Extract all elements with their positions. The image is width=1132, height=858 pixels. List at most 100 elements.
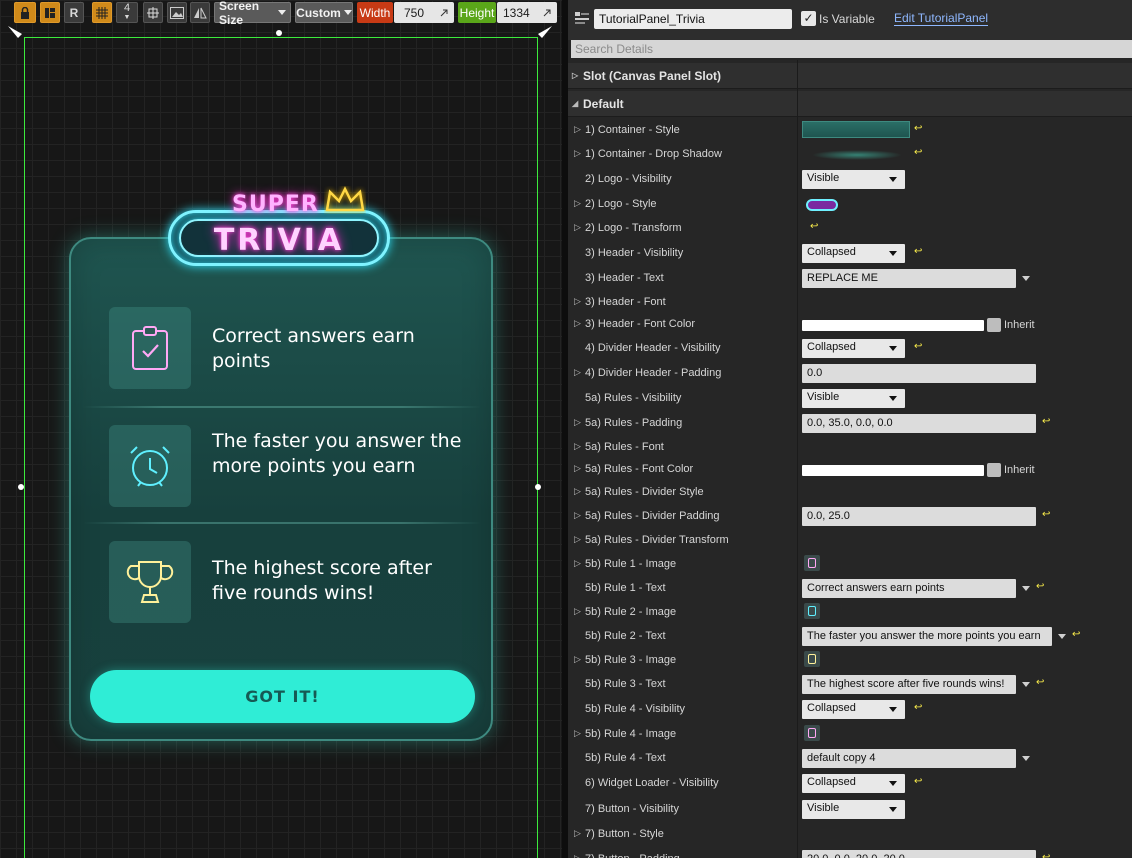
reset-to-default-icon[interactable]: ↩ bbox=[1072, 630, 1082, 640]
property-row[interactable]: 5b) Rule 1 - Text Correct answers earn po… bbox=[568, 577, 1132, 601]
expand-arrow-icon[interactable]: ▷ bbox=[574, 367, 581, 378]
visibility-dropdown[interactable]: Collapsed bbox=[802, 700, 905, 719]
expand-arrow-icon[interactable]: ▷ bbox=[574, 148, 581, 159]
expand-arrow-icon[interactable]: ▷ bbox=[574, 198, 581, 209]
reset-to-default-icon[interactable]: ↩ bbox=[1042, 853, 1052, 858]
corner-handle-icon[interactable] bbox=[4, 22, 28, 40]
expand-arrow-icon[interactable]: ▷ bbox=[574, 606, 581, 617]
property-row[interactable]: 3) Header - Visibility Collapsed ↩ bbox=[568, 242, 1132, 266]
custom-size-dropdown[interactable]: Custom bbox=[295, 2, 353, 23]
expand-arrow-icon[interactable]: ▷ bbox=[574, 222, 581, 233]
property-row[interactable]: ▷ 5a) Rules - Divider Padding 0.0, 25.0 ↩ bbox=[568, 505, 1132, 529]
property-row[interactable]: ▷ 5a) Rules - Font bbox=[568, 436, 1132, 460]
drop-shadow-preview[interactable] bbox=[812, 150, 902, 160]
chevron-down-icon[interactable] bbox=[1058, 634, 1066, 639]
chevron-down-icon[interactable] bbox=[1022, 682, 1030, 687]
text-value-field[interactable]: Correct answers earn points bbox=[802, 579, 1016, 598]
image-thumbnail[interactable] bbox=[804, 603, 820, 619]
property-row[interactable]: 5b) Rule 4 - Visibility Collapsed ↩ bbox=[568, 698, 1132, 722]
color-swatch[interactable] bbox=[802, 465, 984, 476]
reset-to-default-icon[interactable]: ↩ bbox=[1036, 582, 1046, 592]
got-it-button[interactable]: GOT IT! bbox=[90, 670, 475, 723]
property-row[interactable]: 4) Divider Header - Visibility Collapsed ↩ bbox=[568, 337, 1132, 361]
expand-arrow-icon[interactable]: ▷ bbox=[574, 296, 581, 307]
property-row[interactable]: ▷ 3) Header - Font Color Inherit bbox=[568, 313, 1132, 337]
width-input[interactable]: 750 bbox=[394, 2, 454, 23]
text-value-field[interactable]: default copy 4 bbox=[802, 749, 1016, 768]
visibility-dropdown[interactable]: Collapsed bbox=[802, 244, 905, 263]
expand-arrow-icon[interactable]: ▷ bbox=[574, 654, 581, 665]
color-swatch[interactable] bbox=[802, 320, 984, 331]
property-row[interactable]: 7) Button - Visibility Visible bbox=[568, 798, 1132, 822]
grid-snap-value[interactable]: 4 ▼ bbox=[116, 2, 138, 23]
expand-arrow-icon[interactable]: ▷ bbox=[574, 728, 581, 739]
transform-icon[interactable] bbox=[143, 2, 163, 23]
reset-to-default-icon[interactable]: ↩ bbox=[914, 247, 924, 257]
text-value-field[interactable]: The highest score after five rounds wins… bbox=[802, 675, 1016, 694]
text-value-field[interactable]: The faster you answer the more points yo… bbox=[802, 627, 1052, 646]
property-row[interactable]: ▷ 5b) Rule 2 - Image bbox=[568, 601, 1132, 625]
numeric-value-field[interactable]: 0.0, 35.0, 0.0, 0.0 bbox=[802, 414, 1036, 433]
reset-to-default-icon[interactable]: ↩ bbox=[1042, 417, 1052, 427]
expand-arrow-icon[interactable]: ▷ bbox=[574, 534, 581, 545]
visibility-dropdown[interactable]: Collapsed bbox=[802, 339, 905, 358]
expand-arrow-icon[interactable]: ▷ bbox=[574, 853, 581, 858]
image-thumbnail[interactable] bbox=[804, 725, 820, 741]
reset-to-default-icon[interactable]: ↩ bbox=[914, 777, 924, 787]
edit-tutorialpanel-link[interactable]: Edit TutorialPanel bbox=[894, 11, 989, 26]
container-style-swatch[interactable] bbox=[802, 121, 910, 138]
image-thumbnail[interactable] bbox=[804, 651, 820, 667]
expand-arrow-icon[interactable]: ▷ bbox=[574, 510, 581, 521]
visibility-dropdown[interactable]: Collapsed bbox=[802, 774, 905, 793]
lock-icon[interactable] bbox=[14, 2, 36, 23]
text-value-field[interactable]: REPLACE ME bbox=[802, 269, 1016, 288]
expand-arrow-icon[interactable]: ▷ bbox=[574, 828, 581, 839]
height-input[interactable]: 1334 bbox=[497, 2, 557, 23]
property-row[interactable]: 2) Logo - Visibility Visible bbox=[568, 168, 1132, 192]
reset-to-default-icon[interactable]: ↩ bbox=[810, 222, 820, 232]
reset-to-default-icon[interactable]: ↩ bbox=[1036, 678, 1046, 688]
designer-canvas[interactable]: R 4 ▼ Screen Size Custom Width 750 Heigh… bbox=[0, 0, 562, 858]
screen-size-dropdown[interactable]: Screen Size bbox=[214, 0, 291, 27]
grid-snap-icon[interactable] bbox=[92, 2, 112, 23]
is-variable-checkbox[interactable]: ✓ bbox=[801, 11, 816, 26]
image-thumbnail[interactable] bbox=[804, 555, 820, 571]
category-slot[interactable]: ▷ Slot (Canvas Panel Slot) bbox=[568, 63, 1132, 89]
property-row[interactable]: ▷ 5a) Rules - Padding 0.0, 35.0, 0.0, 0.0 ↩ bbox=[568, 412, 1132, 436]
layout-toggle-icon[interactable] bbox=[40, 2, 60, 23]
expand-arrow-icon[interactable]: ▷ bbox=[574, 124, 581, 135]
rotate-toggle-button[interactable]: R bbox=[64, 2, 84, 23]
property-row[interactable]: 3) Header - Text REPLACE ME bbox=[568, 267, 1132, 291]
expand-arrow-icon[interactable]: ▷ bbox=[574, 558, 581, 569]
reset-to-default-icon[interactable]: ↩ bbox=[914, 703, 924, 713]
chevron-down-icon[interactable] bbox=[1022, 276, 1030, 281]
numeric-value-field[interactable]: 20.0, 0.0, 20.0, 20.0 bbox=[802, 850, 1036, 858]
expand-arrow-icon[interactable]: ▷ bbox=[574, 417, 581, 428]
category-default[interactable]: ◢ Default bbox=[568, 91, 1132, 117]
property-row[interactable]: ▷ 5b) Rule 1 - Image bbox=[568, 553, 1132, 577]
reset-to-default-icon[interactable]: ↩ bbox=[914, 124, 924, 134]
property-row[interactable]: 5b) Rule 3 - Text The highest score after… bbox=[568, 673, 1132, 697]
expand-arrow-icon[interactable]: ▷ bbox=[574, 318, 581, 329]
property-row[interactable]: 5b) Rule 2 - Text The faster you answer t… bbox=[568, 625, 1132, 649]
search-details-input[interactable]: Search Details bbox=[571, 40, 1132, 58]
visibility-dropdown[interactable]: Visible bbox=[802, 800, 905, 819]
corner-handle-icon[interactable] bbox=[532, 22, 556, 40]
reset-to-default-icon[interactable]: ↩ bbox=[914, 342, 924, 352]
property-row[interactable]: ▷ 1) Container - Style ↩ bbox=[568, 119, 1132, 143]
property-row[interactable]: ▷ 5b) Rule 3 - Image bbox=[568, 649, 1132, 673]
property-row[interactable]: 5b) Rule 4 - Text default copy 4 bbox=[568, 747, 1132, 771]
property-row[interactable]: ▷ 2) Logo - Transform ↩ bbox=[568, 217, 1132, 241]
reset-to-default-icon[interactable]: ↩ bbox=[1042, 510, 1052, 520]
inherit-checkbox[interactable] bbox=[987, 318, 1001, 332]
top-resize-handle[interactable] bbox=[276, 30, 282, 36]
numeric-value-field[interactable]: 0.0 bbox=[802, 364, 1036, 383]
property-row[interactable]: ▷ 5b) Rule 4 - Image bbox=[568, 723, 1132, 747]
visibility-dropdown[interactable]: Visible bbox=[802, 170, 905, 189]
property-row[interactable]: ▷ 5a) Rules - Font Color Inherit bbox=[568, 458, 1132, 482]
property-row[interactable]: ▷ 2) Logo - Style bbox=[568, 193, 1132, 217]
property-row[interactable]: ▷ 5a) Rules - Divider Transform bbox=[568, 529, 1132, 553]
property-row[interactable]: ▷ 1) Container - Drop Shadow ↩ bbox=[568, 143, 1132, 167]
inherit-checkbox[interactable] bbox=[987, 463, 1001, 477]
numeric-value-field[interactable]: 0.0, 25.0 bbox=[802, 507, 1036, 526]
